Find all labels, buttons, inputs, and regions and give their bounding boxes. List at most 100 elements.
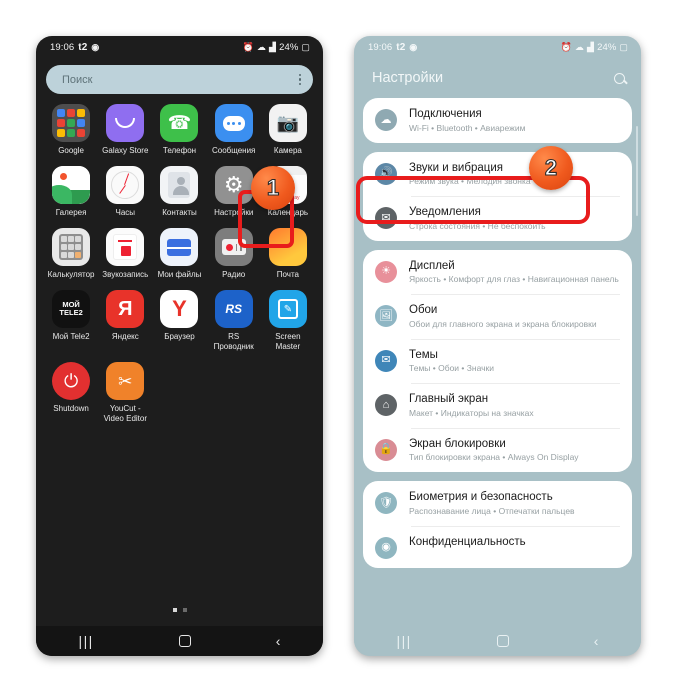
home-icon[interactable] — [178, 635, 191, 647]
search-area: Поиск — [36, 58, 323, 94]
status-bar-right: ⏰ ☁ ▟ 24% ▢ — [561, 42, 628, 53]
back-icon[interactable]: ‹ — [594, 633, 599, 649]
power-icon: ⏻ — [52, 362, 91, 400]
app-label: Радио — [222, 270, 246, 279]
app-google[interactable]: Google — [44, 104, 98, 156]
app-messages[interactable]: Сообщения — [207, 104, 261, 156]
wifi-icon: ☁ — [256, 41, 267, 52]
row-subtitle: Макет • Индикаторы на значках — [409, 407, 534, 418]
app-gallery[interactable]: Галерея — [44, 166, 98, 218]
recents-icon[interactable]: ||| — [79, 633, 94, 649]
app-grid: Google Galaxy Store ☎ Телефон Сообщения … — [36, 94, 323, 424]
settings-row-lock-screen[interactable]: 🔒 Экран блокировки Тип блокировки экрана… — [363, 427, 632, 473]
home-icon[interactable] — [496, 635, 509, 647]
app-clock[interactable]: Часы — [98, 166, 152, 218]
app-screen-master[interactable]: ✎ Screen Master — [261, 290, 315, 352]
row-subtitle: Строка состояния • Не беспокоить — [409, 220, 546, 231]
scrollbar[interactable] — [635, 126, 638, 216]
app-youcut[interactable]: ✂ YouCut - Video Editor — [98, 362, 152, 424]
app-label: Камера — [273, 146, 302, 155]
status-bar-left: 19:06 t2 ◉ — [368, 42, 417, 53]
settings-list[interactable]: ☁ Подключения Wi-Fi • Bluetooth • Авиаре… — [354, 98, 641, 568]
wallpaper-icon: 🖼 — [375, 305, 397, 327]
row-subtitle: Яркость • Комфорт для глаз • Навигационн… — [409, 274, 619, 284]
settings-row-notifications[interactable]: ✉ Уведомления Строка состояния • Не бесп… — [363, 196, 632, 241]
privacy-icon: ◉ — [375, 536, 397, 559]
lock-icon: 🔒 — [375, 438, 397, 461]
app-label: Мои файлы — [157, 270, 202, 279]
settings-row-display[interactable]: ☀ Дисплей Яркость • Комфорт для глаз • Н… — [363, 250, 632, 295]
page-dot[interactable] — [182, 608, 187, 612]
overflow-menu-icon[interactable] — [298, 73, 301, 86]
step-badge-1: 1 — [251, 166, 295, 210]
app-rs-explorer[interactable]: RS RS Проводник — [207, 290, 261, 352]
my-files-icon — [160, 228, 199, 266]
app-label: Яндекс — [111, 332, 139, 341]
app-shutdown[interactable]: ⏻ Shutdown — [44, 362, 98, 424]
settings-row-home-screen[interactable]: ⌂ Главный экран Макет • Индикаторы на зн… — [363, 383, 632, 428]
settings-row-biometrics[interactable]: 🛡 Биометрия и безопасность Распознавание… — [363, 481, 632, 526]
yandex-browser-icon: Y — [160, 290, 199, 328]
app-label: Screen Master — [275, 332, 301, 351]
app-yandex[interactable]: Я Яндекс — [98, 290, 152, 352]
messages-icon — [214, 104, 253, 142]
calculator-icon — [52, 228, 91, 266]
carrier-label: t2 — [396, 41, 406, 53]
row-title: Звуки и вибрация — [409, 161, 503, 174]
tele2-icon: МОЙ TELE2 — [52, 290, 91, 328]
row-subtitle: Тип блокировки экрана • Always On Displa… — [409, 452, 579, 462]
camera-privacy-icon: ◉ — [409, 41, 418, 52]
app-label: Сообщения — [211, 146, 256, 155]
settings-row-wallpaper[interactable]: 🖼 Обои Обои для главного экрана и экрана… — [363, 294, 632, 339]
app-label: Галерея — [55, 208, 87, 217]
step-badge-2: 2 — [529, 146, 573, 190]
notifications-icon: ✉ — [375, 207, 397, 229]
clock-icon — [106, 166, 145, 204]
app-label: Часы — [115, 208, 136, 217]
search-icon[interactable] — [614, 72, 625, 84]
shield-icon: 🛡 — [375, 492, 397, 514]
rs-art: RS — [225, 302, 243, 316]
rs-explorer-icon: RS — [214, 290, 253, 328]
status-time: 19:06 — [368, 41, 393, 53]
row-title: Дисплей — [409, 259, 455, 272]
app-voice-recorder[interactable]: Звукозапись — [98, 228, 152, 280]
app-my-tele2[interactable]: МОЙ TELE2 Мой Tele2 — [44, 290, 98, 352]
screen-master-icon: ✎ — [268, 290, 307, 328]
app-galaxy-store[interactable]: Galaxy Store — [98, 104, 152, 156]
app-my-files[interactable]: Мои файлы — [152, 228, 206, 280]
app-camera[interactable]: 📷 Камера — [261, 104, 315, 156]
app-browser[interactable]: Y Браузер — [152, 290, 206, 352]
search-input[interactable]: Поиск — [46, 65, 313, 94]
settings-row-themes[interactable]: ✉ Темы Темы • Обои • Значки — [363, 338, 632, 384]
yandex-icon: Я — [106, 290, 145, 328]
battery-icon: ▢ — [619, 41, 628, 52]
row-title: Экран блокировки — [409, 437, 506, 450]
search-placeholder: Поиск — [62, 73, 93, 86]
app-label: Google — [58, 146, 84, 155]
home-screen-icon: ⌂ — [375, 394, 397, 416]
page-dot-active[interactable] — [172, 608, 177, 612]
app-mail[interactable]: Почта — [261, 228, 315, 280]
wifi-icon: ☁ — [574, 41, 585, 52]
settings-row-privacy[interactable]: ◉ Конфиденциальность — [363, 525, 632, 568]
app-label: Телефон — [162, 146, 197, 155]
yandex-art: Я — [118, 298, 133, 320]
app-calculator[interactable]: Калькулятор — [44, 228, 98, 280]
app-radio[interactable]: Радио — [207, 228, 261, 280]
battery-percent: 24% — [279, 41, 299, 53]
settings-row-connections[interactable]: ☁ Подключения Wi-Fi • Bluetooth • Авиаре… — [363, 98, 632, 143]
back-icon[interactable]: ‹ — [276, 633, 281, 649]
settings-row-sounds[interactable]: 🔊 Звуки и вибрация Режим звука • Мелодия… — [363, 152, 632, 197]
volume-icon: 🔊 — [375, 162, 397, 185]
row-subtitle: Режим звука • Мелодия звонка — [409, 176, 531, 186]
app-label: Звукозапись — [102, 270, 149, 279]
settings-group: 🛡 Биометрия и безопасность Распознавание… — [363, 481, 632, 568]
row-subtitle: Обои для главного экрана и экрана блокир… — [409, 318, 597, 329]
app-label: Galaxy Store — [102, 146, 149, 155]
app-phone[interactable]: ☎ Телефон — [152, 104, 206, 156]
recents-icon[interactable]: ||| — [397, 633, 412, 649]
app-contacts[interactable]: Контакты — [152, 166, 206, 218]
youcut-icon: ✂ — [106, 362, 145, 400]
row-title: Темы — [409, 348, 438, 361]
